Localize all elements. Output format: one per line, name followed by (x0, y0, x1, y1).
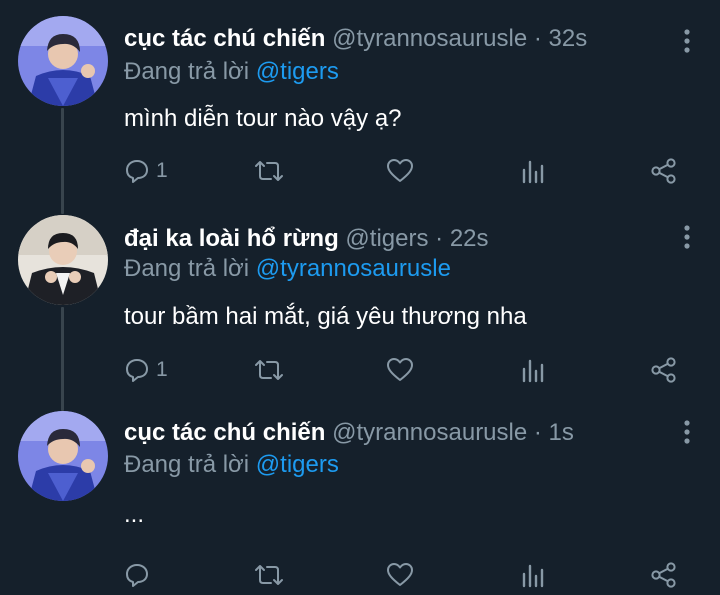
mention-link[interactable]: @tyrannosaurusle (256, 255, 451, 282)
tweet[interactable]: đại ka loài hổ rừng @tigers · 22s Đang t… (0, 200, 720, 398)
tweet[interactable]: cục tác chú chiến @tyrannosaurusle · 1s … (0, 398, 720, 595)
analytics-button[interactable] (521, 353, 545, 387)
analytics-icon (522, 359, 544, 383)
more-vertical-icon[interactable] (682, 419, 692, 445)
like-button[interactable] (386, 558, 414, 592)
like-button[interactable] (386, 353, 414, 387)
timestamp[interactable]: · 22s (435, 225, 488, 252)
share-button[interactable] (650, 558, 678, 592)
replying-to-label: Đang trả lời (124, 451, 250, 478)
reply-button[interactable]: 1 (124, 154, 168, 188)
tweet-actions: 1 (0, 154, 720, 188)
retweet-icon (255, 565, 283, 585)
reply-count: 1 (156, 358, 168, 381)
retweet-button[interactable] (254, 154, 284, 188)
replying-to: Đang trả lời @tigers (124, 450, 339, 480)
heart-icon (387, 358, 413, 381)
reply-icon (126, 564, 148, 587)
display-name[interactable]: cục tác chú chiến (124, 25, 325, 52)
retweet-button[interactable] (254, 353, 284, 387)
mention-link[interactable]: @tigers (256, 451, 339, 478)
more-vertical-icon[interactable] (682, 28, 692, 54)
share-icon (651, 158, 676, 184)
share-icon (651, 562, 676, 588)
retweet-icon (255, 161, 283, 181)
avatar[interactable] (18, 16, 108, 106)
heart-icon (387, 563, 413, 586)
tweet-header: đại ka loài hổ rừng @tigers · 22s (124, 224, 660, 254)
user-handle[interactable]: @tyrannosaurusle (332, 25, 527, 52)
tweet-actions: 1 (0, 353, 720, 387)
avatar-blue-portrait-image (18, 16, 108, 106)
mention-link[interactable]: @tigers (256, 58, 339, 85)
avatar-blue-portrait-image (18, 411, 108, 501)
user-handle[interactable]: @tigers (345, 225, 428, 252)
reply-icon (126, 160, 148, 183)
tweet-actions (0, 558, 720, 592)
replying-to-label: Đang trả lời (124, 255, 250, 282)
reply-button[interactable]: 1 (124, 353, 168, 387)
display-name[interactable]: đại ka loài hổ rừng (124, 225, 339, 252)
replying-to: Đang trả lời @tigers (124, 57, 339, 87)
tweet[interactable]: cục tác chú chiến @tyrannosaurusle · 32s… (0, 0, 720, 200)
avatar[interactable] (18, 411, 108, 501)
analytics-icon (522, 160, 544, 184)
replying-to: Đang trả lời @tyrannosaurusle (124, 254, 451, 284)
avatar[interactable] (18, 215, 108, 305)
timestamp[interactable]: · 32s (534, 25, 587, 52)
reply-count: 1 (156, 159, 168, 182)
replying-to-label: Đang trả lời (124, 58, 250, 85)
reply-button[interactable] (124, 558, 156, 592)
tweet-header: cục tác chú chiến @tyrannosaurusle · 1s (124, 418, 660, 448)
user-handle[interactable]: @tyrannosaurusle (332, 419, 527, 446)
retweet-button[interactable] (254, 558, 284, 592)
analytics-button[interactable] (521, 558, 545, 592)
like-button[interactable] (386, 154, 414, 188)
share-icon (651, 357, 676, 383)
reply-icon (126, 359, 148, 382)
tweet-text: mình diễn tour nào vậy ạ? (124, 105, 402, 132)
share-button[interactable] (650, 353, 678, 387)
timestamp[interactable]: · 1s (534, 419, 574, 446)
tweet-text: ... (124, 501, 145, 528)
tweet-header: cục tác chú chiến @tyrannosaurusle · 32s (124, 24, 660, 54)
heart-icon (387, 159, 413, 182)
display-name[interactable]: cục tác chú chiến (124, 419, 325, 446)
analytics-button[interactable] (521, 154, 545, 188)
retweet-icon (255, 360, 283, 380)
more-vertical-icon[interactable] (682, 224, 692, 250)
tweet-text: tour bầm hai mắt, giá yêu thương nha (124, 303, 527, 330)
avatar-suit-portrait-image (18, 215, 108, 305)
analytics-icon (522, 564, 544, 588)
share-button[interactable] (650, 154, 678, 188)
